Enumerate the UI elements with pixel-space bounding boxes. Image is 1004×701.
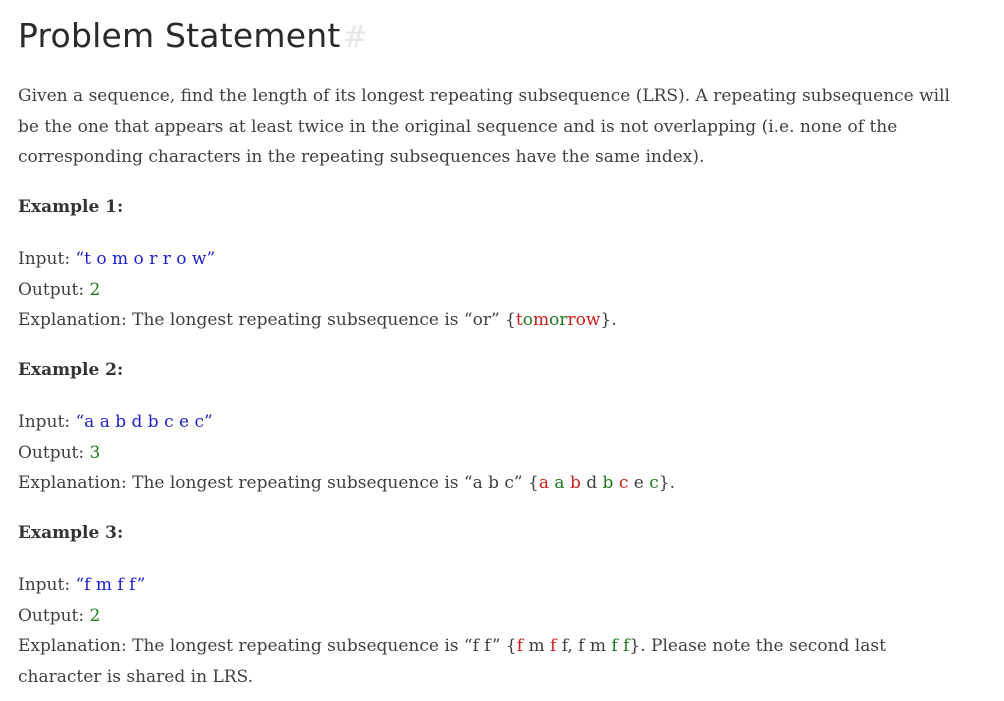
explanation-segment: a bbox=[538, 473, 549, 493]
explanation-text: Explanation: The longest repeating subse… bbox=[18, 310, 506, 330]
input-value: “a a b d b c e c” bbox=[75, 412, 213, 432]
example-1-block: Input: “t o m o r r o w” Output: 2 Expla… bbox=[18, 244, 964, 336]
example-2-input: Input: “a a b d b c e c” bbox=[18, 407, 964, 438]
output-label: Output: bbox=[18, 442, 90, 463]
explanation-segment: t bbox=[515, 310, 523, 330]
explanation-segment: r bbox=[567, 310, 576, 330]
example-2-heading: Example 2: bbox=[18, 359, 124, 380]
problem-description: Given a sequence, find the length of its… bbox=[18, 86, 950, 167]
page-title: Problem Statement bbox=[18, 16, 341, 55]
explanation-segment: f bbox=[611, 636, 618, 656]
explanation-segment: a bbox=[554, 473, 565, 493]
title-row: Problem Statement # bbox=[18, 0, 964, 58]
explanation-segment: { bbox=[505, 310, 516, 330]
example-3-explanation: Explanation: The longest repeating subse… bbox=[18, 631, 964, 692]
input-label: Input: bbox=[18, 575, 76, 595]
explanation-segment: m bbox=[523, 636, 550, 656]
example-1-input: Input: “t o m o r r o w” bbox=[18, 244, 964, 275]
example-1-explanation: Explanation: The longest repeating subse… bbox=[18, 305, 964, 336]
input-value: “t o m o r r o w” bbox=[75, 249, 216, 269]
problem-statement-page: Problem Statement # Given a sequence, fin… bbox=[0, 0, 1004, 701]
output-label: Output: bbox=[18, 605, 90, 626]
explanation-segment: b bbox=[569, 473, 581, 493]
input-label: Input: bbox=[18, 412, 76, 432]
example-1-output: Output: 2 bbox=[18, 275, 964, 306]
explanation-segment: o bbox=[522, 310, 533, 330]
explanation-segment: }. bbox=[658, 473, 676, 493]
output-label: Output: bbox=[18, 279, 90, 300]
explanation-segment: c bbox=[618, 473, 629, 493]
explanation-segment: } bbox=[629, 636, 641, 656]
explanation-segment: e bbox=[633, 473, 644, 493]
explanation-text: Explanation: The longest repeating subse… bbox=[18, 636, 506, 656]
explanation-highlight: {a a b d b c e c}. bbox=[528, 473, 675, 493]
explanation-segment: b bbox=[602, 473, 614, 493]
explanation-text: Explanation: The longest repeating subse… bbox=[18, 473, 529, 493]
explanation-segment: o bbox=[549, 310, 560, 330]
example-2-explanation: Explanation: The longest repeating subse… bbox=[18, 468, 964, 499]
example-3-heading: Example 3: bbox=[18, 522, 124, 543]
explanation-segment: ow bbox=[575, 310, 601, 330]
explanation-highlight: {tomorrow}. bbox=[505, 310, 617, 330]
output-value: 2 bbox=[89, 279, 101, 300]
output-value: 2 bbox=[89, 605, 101, 626]
example-3-block: Input: “f m f f” Output: 2 Explanation: … bbox=[18, 570, 964, 692]
heading-anchor-link[interactable]: # bbox=[342, 16, 367, 60]
explanation-segment: c bbox=[649, 473, 659, 493]
explanation-segment: { bbox=[528, 473, 539, 493]
example-3-input: Input: “f m f f” bbox=[18, 570, 964, 601]
explanation-segment: }. bbox=[600, 310, 617, 330]
explanation-segment: d bbox=[586, 473, 598, 493]
example-2-output: Output: 3 bbox=[18, 438, 964, 469]
output-value: 3 bbox=[89, 442, 101, 463]
explanation-segment: { bbox=[505, 636, 517, 656]
explanation-segment: m bbox=[532, 310, 550, 330]
input-label: Input: bbox=[18, 249, 76, 269]
example-2-block: Input: “a a b d b c e c” Output: 3 Expla… bbox=[18, 407, 964, 499]
explanation-segment: , f m bbox=[567, 636, 612, 656]
example-1-heading: Example 1: bbox=[18, 196, 124, 217]
example-3-output: Output: 2 bbox=[18, 601, 964, 632]
input-value: “f m f f” bbox=[75, 575, 146, 595]
